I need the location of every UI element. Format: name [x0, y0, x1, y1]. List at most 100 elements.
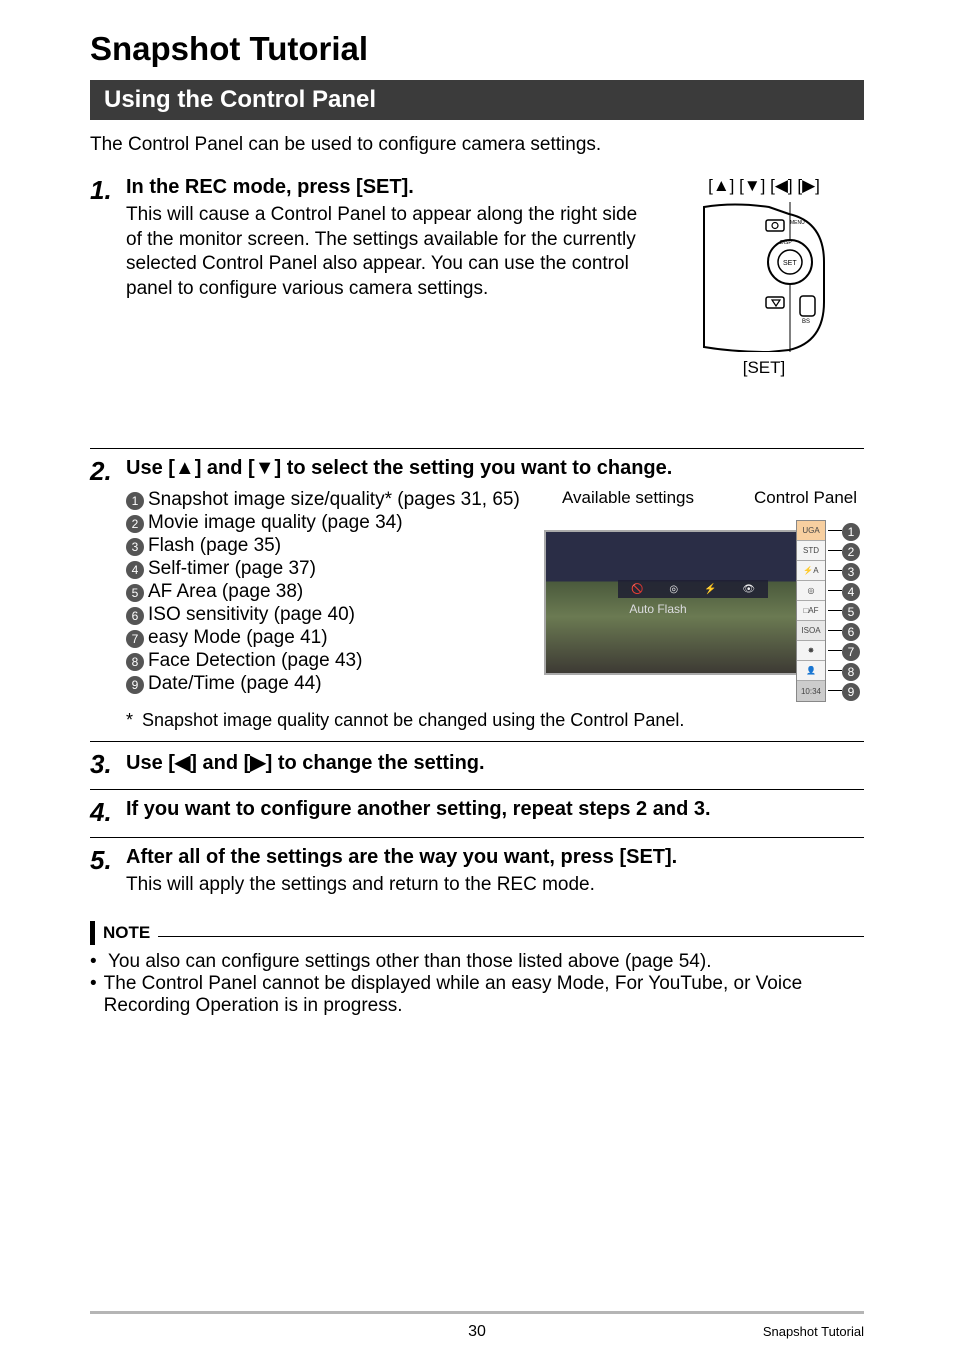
flash-off-icon: 🚫 [631, 584, 643, 595]
list-item: 7easy Mode (page 41) [126, 627, 524, 649]
list-item: 8Face Detection (page 43) [126, 650, 524, 672]
panel-cell: □AF [797, 601, 825, 621]
note-item-text: The Control Panel cannot be displayed wh… [104, 973, 864, 1017]
svg-text:SET: SET [783, 260, 797, 267]
panel-cell: ISOA [797, 621, 825, 641]
note-heading: NOTE [90, 921, 864, 945]
list-item: 5AF Area (page 38) [126, 581, 524, 603]
camera-figure: [▲] [▼] [◀] [▶] MENU SET DISP BS [SET] [664, 176, 864, 378]
target-icon: ◎ [669, 584, 678, 595]
settings-list: 1Snapshot image size/quality* (pages 31,… [126, 488, 524, 702]
num-badge: 9 [126, 676, 144, 694]
flash-icon: ⚡ [704, 584, 716, 595]
step-number: 2. [90, 457, 126, 486]
section-heading: Using the Control Panel [90, 80, 864, 120]
list-item: 3Flash (page 35) [126, 535, 524, 557]
note-bar-icon [90, 921, 95, 945]
step-number: 3. [90, 750, 126, 779]
num-badge: 4 [126, 561, 144, 579]
list-item-text: AF Area (page 38) [148, 581, 524, 603]
divider [90, 789, 864, 790]
list-item-text: Flash (page 35) [148, 535, 524, 557]
step-1: [▲] [▼] [◀] [▶] MENU SET DISP BS [SET] 1… [90, 176, 864, 378]
list-item: •The Control Panel cannot be displayed w… [90, 973, 864, 1017]
footnote-text: Snapshot image quality cannot be changed… [142, 710, 684, 730]
note-heading-text: NOTE [103, 923, 150, 943]
svg-text:DISP: DISP [780, 240, 792, 246]
set-label: [SET] [664, 358, 864, 378]
list-item-text: Face Detection (page 43) [148, 650, 524, 672]
step-4: 4. If you want to configure another sett… [90, 798, 864, 827]
list-item-text: Self-timer (page 37) [148, 558, 524, 580]
list-item: 9Date/Time (page 44) [126, 673, 524, 695]
eye-icon: 👁 [742, 584, 755, 595]
num-badge: 3 [842, 563, 860, 581]
list-item: 1Snapshot image size/quality* (pages 31,… [126, 489, 524, 511]
num-badge: 8 [126, 653, 144, 671]
num-badge: 6 [126, 607, 144, 625]
num-badge: 2 [126, 515, 144, 533]
camera-screen-icon: 🚫 ◎ ⚡ 👁 Auto Flash [544, 530, 802, 675]
leader-lines: 1 2 3 4 5 6 7 8 9 [828, 520, 864, 700]
list-item-text: Date/Time (page 44) [148, 673, 524, 695]
num-badge: 1 [126, 492, 144, 510]
step-title: If you want to configure another setting… [126, 798, 864, 821]
list-item: 4Self-timer (page 37) [126, 558, 524, 580]
camera-back-icon: MENU SET DISP BS [694, 202, 834, 352]
page-title: Snapshot Tutorial [90, 30, 864, 68]
intro-text: The Control Panel can be used to configu… [90, 134, 864, 156]
num-badge: 1 [842, 523, 860, 541]
list-item: 6ISO sensitivity (page 40) [126, 604, 524, 626]
step-title: Use [▲] and [▼] to select the setting yo… [126, 457, 864, 480]
list-item: •You also can configure settings other t… [90, 951, 864, 973]
settings-bar: 🚫 ◎ ⚡ 👁 [618, 580, 768, 598]
num-badge: 8 [842, 663, 860, 681]
list-item-text: Movie image quality (page 34) [148, 512, 524, 534]
num-badge: 5 [126, 584, 144, 602]
note-item-text: You also can configure settings other th… [108, 951, 711, 973]
step-title: In the REC mode, press [SET]. [126, 176, 654, 199]
panel-cell: UGA [797, 521, 825, 541]
step-3: 3. Use [◀] and [▶] to change the setting… [90, 750, 864, 779]
list-item: 2Movie image quality (page 34) [126, 512, 524, 534]
control-panel-strip: UGA STD ⚡A ◎ □AF ISOA ✸ 👤 10:34 [796, 520, 826, 702]
panel-cell: ✸ [797, 641, 825, 661]
num-badge: 6 [842, 623, 860, 641]
page-number: 30 [90, 1323, 864, 1341]
num-badge: 4 [842, 583, 860, 601]
note-list: •You also can configure settings other t… [90, 951, 864, 1017]
list-item-text: Snapshot image size/quality* (pages 31, … [148, 489, 524, 511]
svg-text:BS: BS [802, 319, 810, 325]
step-2: 2. Use [▲] and [▼] to select the setting… [90, 457, 864, 731]
divider [90, 741, 864, 742]
num-badge: 3 [126, 538, 144, 556]
num-badge: 2 [842, 543, 860, 561]
control-panel-label: Control Panel [754, 488, 857, 508]
note-block: NOTE •You also can configure settings ot… [90, 921, 864, 1017]
dpad-label: [▲] [▼] [◀] [▶] [664, 176, 864, 196]
step-body: This will apply the settings and return … [126, 873, 864, 898]
divider [90, 448, 864, 449]
note-line [158, 936, 864, 937]
step-number: 4. [90, 798, 126, 827]
step-5: 5. After all of the settings are the way… [90, 846, 864, 898]
panel-cell: 10:34 [797, 681, 825, 701]
control-panel-figure: Available settings Control Panel 🚫 ◎ ⚡ 👁 [544, 488, 864, 702]
svg-text:MENU: MENU [790, 220, 805, 226]
list-item-text: easy Mode (page 41) [148, 627, 524, 649]
available-settings-label: Available settings [562, 488, 694, 508]
num-badge: 7 [126, 630, 144, 648]
panel-cell: ⚡A [797, 561, 825, 581]
page-footer: 30 Snapshot Tutorial [90, 1311, 864, 1339]
panel-cell: STD [797, 541, 825, 561]
step-number: 1. [90, 176, 126, 205]
step-title: After all of the settings are the way yo… [126, 846, 864, 869]
step-body: This will cause a Control Panel to appea… [126, 203, 654, 302]
step-number: 5. [90, 846, 126, 875]
step-title: Use [◀] and [▶] to change the setting. [126, 750, 864, 775]
screen-caption: Auto Flash [546, 602, 770, 616]
panel-cell: ◎ [797, 581, 825, 601]
list-item-text: ISO sensitivity (page 40) [148, 604, 524, 626]
num-badge: 9 [842, 683, 860, 701]
num-badge: 7 [842, 643, 860, 661]
